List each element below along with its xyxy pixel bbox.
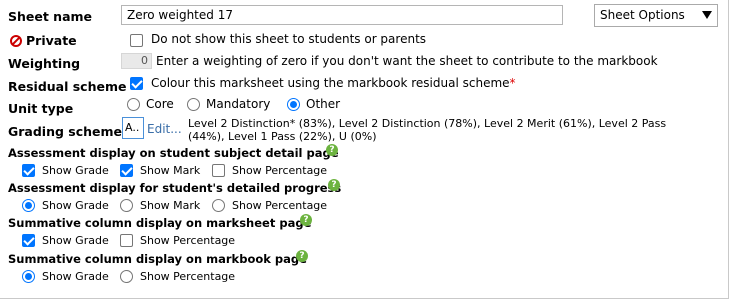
- subject-detail-grade-label: Show Grade: [42, 164, 109, 177]
- weighting-label: Weighting: [8, 56, 81, 71]
- unit-type-other-radio[interactable]: [287, 98, 300, 111]
- summative-marksheet-grade-label: Show Grade: [42, 234, 109, 247]
- summative-marksheet-percentage-checkbox[interactable]: [120, 234, 133, 247]
- unit-type-core-label: Core: [146, 97, 174, 111]
- grading-scheme-description-1: Level 2 Distinction* (83%), Level 2 Dist…: [188, 117, 667, 130]
- chevron-down-icon: [702, 11, 712, 19]
- sheet-name-label: Sheet name: [8, 9, 93, 24]
- subject-detail-grade-checkbox[interactable]: [22, 164, 35, 177]
- required-marker: *: [509, 76, 516, 90]
- detailed-progress-mark-radio[interactable]: [120, 199, 133, 212]
- detailed-progress-percentage-label: Show Percentage: [232, 199, 328, 212]
- summative-marksheet-grade-checkbox[interactable]: [22, 234, 35, 247]
- detailed-progress-heading: Assessment display for student's detaile…: [8, 181, 342, 195]
- grading-scheme-label: Grading scheme: [8, 124, 123, 139]
- summative-markbook-heading: Summative column display on markbook pag…: [8, 252, 307, 266]
- summative-markbook-percentage-label: Show Percentage: [140, 270, 236, 283]
- unit-type-core-radio[interactable]: [127, 98, 140, 111]
- subject-detail-mark-label: Show Mark: [140, 164, 201, 177]
- subject-detail-percentage-label: Show Percentage: [232, 164, 328, 177]
- sheet-name-input[interactable]: [121, 5, 563, 25]
- summative-marksheet-heading: Summative column display on marksheet pa…: [8, 216, 312, 230]
- residual-scheme-text: Colour this marksheet using the markbook…: [151, 76, 516, 90]
- summative-marksheet-percentage-label: Show Percentage: [140, 234, 236, 247]
- private-checkbox-text: Do not show this sheet to students or pa…: [151, 32, 427, 46]
- weighting-input[interactable]: 0: [121, 53, 152, 69]
- private-checkbox[interactable]: [130, 34, 143, 47]
- summative-markbook-grade-radio[interactable]: [22, 270, 35, 283]
- detailed-progress-percentage-radio[interactable]: [212, 199, 225, 212]
- help-icon[interactable]: ?: [328, 179, 340, 191]
- unit-type-mandatory-label: Mandatory: [206, 97, 271, 111]
- no-entry-icon: [10, 35, 22, 47]
- residual-scheme-checkbox[interactable]: [130, 77, 143, 90]
- help-icon[interactable]: ?: [326, 144, 338, 156]
- help-icon[interactable]: ?: [300, 214, 312, 226]
- subject-detail-percentage-checkbox[interactable]: [212, 164, 225, 177]
- grading-scheme-select[interactable]: A..: [122, 117, 144, 139]
- help-icon[interactable]: ?: [296, 250, 308, 262]
- detailed-progress-mark-label: Show Mark: [140, 199, 201, 212]
- unit-type-other-label: Other: [306, 97, 341, 111]
- grading-edit-link[interactable]: Edit...: [147, 122, 182, 136]
- residual-scheme-label: Residual scheme: [8, 79, 127, 94]
- unit-type-label: Unit type: [8, 101, 74, 116]
- unit-type-mandatory-radio[interactable]: [187, 98, 200, 111]
- weighting-hint: Enter a weighting of zero if you don't w…: [156, 54, 658, 68]
- settings-panel: Sheet name Sheet Options Private Do not …: [0, 0, 729, 299]
- private-label: Private: [26, 33, 77, 48]
- grading-scheme-description-2: (44%), Level 1 Pass (22%), U (0%): [188, 130, 377, 143]
- subject-detail-mark-checkbox[interactable]: [120, 164, 133, 177]
- detailed-progress-grade-radio[interactable]: [22, 199, 35, 212]
- sheet-options-select[interactable]: Sheet Options: [594, 4, 718, 27]
- sheet-options-value: Sheet Options: [600, 8, 685, 22]
- summative-markbook-percentage-radio[interactable]: [120, 270, 133, 283]
- subject-detail-heading: Assessment display on student subject de…: [8, 146, 339, 160]
- summative-markbook-grade-label: Show Grade: [42, 270, 109, 283]
- detailed-progress-grade-label: Show Grade: [42, 199, 109, 212]
